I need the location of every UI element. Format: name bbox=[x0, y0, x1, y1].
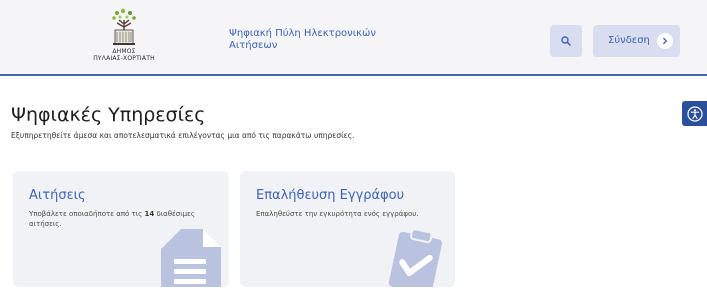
card-description: Επαληθεύστε την εγκυρότητα ενός εγγράφου… bbox=[256, 210, 419, 218]
card-description-text: Υποβάλετε οποιαδήποτε από τις bbox=[29, 210, 145, 218]
site-header: ΔΗΜΟΣ ΠΥΛΑΙΑΣ-ΧΟΡΤΙΑΤΗ Ψηφιακή Πύλη Ηλεκ… bbox=[0, 0, 707, 76]
logo-text-line1: ΔΗΜΟΣ bbox=[112, 48, 136, 55]
municipality-logo[interactable]: ΔΗΜΟΣ ΠΥΛΑΙΑΣ-ΧΟΡΤΙΑΤΗ bbox=[84, 8, 164, 72]
login-button[interactable]: Σύνδεση bbox=[593, 25, 680, 57]
login-label: Σύνδεση bbox=[608, 35, 650, 46]
card-title: Αιτήσεις bbox=[29, 188, 86, 203]
logo-text-line2: ΠΥΛΑΙΑΣ-ΧΟΡΤΙΑΤΗ bbox=[93, 55, 155, 62]
applications-card[interactable]: Αιτήσεις Υποβάλετε οποιαδήποτε από τις 1… bbox=[13, 171, 229, 287]
page-subtitle: Εξυπηρετηθείτε άμεσα και αποτελεσματικά … bbox=[11, 131, 355, 140]
document-verification-card[interactable]: Επαλήθευση Εγγράφου Επαληθεύστε την εγκυ… bbox=[240, 171, 455, 287]
accessibility-icon bbox=[686, 105, 703, 122]
page: ΔΗΜΟΣ ΠΥΛΑΙΑΣ-ΧΟΡΤΙΑΤΗ Ψηφιακή Πύλη Ηλεκ… bbox=[0, 0, 707, 304]
accessibility-button[interactable] bbox=[682, 101, 707, 126]
card-description: Υποβάλετε οποιαδήποτε από τις 14 διαθέσι… bbox=[29, 209, 209, 229]
applications-count: 14 bbox=[144, 210, 155, 218]
page-title: Ψηφιακές Υπηρεσίες bbox=[11, 104, 206, 126]
portal-title[interactable]: Ψηφιακή Πύλη Ηλεκτρονικών Αιτήσεων bbox=[229, 28, 389, 52]
portal-title-line2: Αιτήσεων bbox=[229, 40, 278, 51]
card-title: Επαλήθευση Εγγράφου bbox=[256, 188, 405, 203]
search-icon bbox=[561, 36, 571, 46]
tree-emblem-icon bbox=[112, 8, 136, 45]
search-button[interactable] bbox=[550, 25, 582, 57]
chevron-right-icon bbox=[657, 33, 673, 49]
portal-title-line1: Ψηφιακή Πύλη Ηλεκτρονικών bbox=[229, 28, 376, 39]
clipboard-check-icon bbox=[388, 228, 443, 287]
document-icon bbox=[161, 229, 221, 287]
